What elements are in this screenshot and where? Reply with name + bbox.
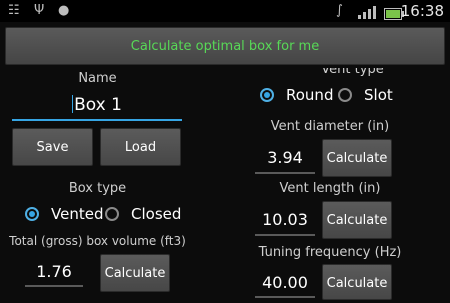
volume-input-underline [25, 285, 83, 287]
tuning-frequency-input[interactable]: 40.00 [255, 273, 315, 292]
vent-diameter-underline [255, 172, 315, 174]
vent-length-calculate-button[interactable]: Calculate [322, 201, 392, 239]
slot-radio[interactable] [338, 88, 352, 102]
usb-debug-icon: Ψ [34, 3, 45, 18]
vent-diameter-calculate-button[interactable]: Calculate [322, 139, 392, 177]
vent-length-label: Vent length (in) [279, 181, 381, 196]
round-radio[interactable] [260, 88, 274, 102]
tuning-frequency-label: Tuning frequency (Hz) [258, 245, 402, 260]
closed-label: Closed [131, 205, 182, 223]
usb-icon: ☷ [8, 3, 20, 18]
volume-calculate-button[interactable]: Calculate [100, 254, 170, 292]
vented-radio[interactable] [25, 207, 39, 221]
slot-label: Slot [364, 86, 393, 104]
name-input-underline [12, 119, 182, 121]
volume-label: Total (gross) box volume (ft3) [9, 234, 186, 248]
vent-length-input[interactable]: 10.03 [255, 210, 315, 229]
tuning-frequency-calculate-button[interactable]: Calculate [322, 264, 392, 300]
calculate-optimal-box-button[interactable]: Calculate optimal box for me [5, 27, 445, 65]
tuning-frequency-underline [255, 296, 315, 298]
vented-label: Vented [51, 205, 104, 223]
status-bar: ☷ Ψ ● ∫ 16:38 [0, 0, 450, 22]
text-cursor [72, 95, 74, 113]
vent-length-underline [255, 234, 315, 236]
vent-diameter-label: Vent diameter (in) [270, 119, 390, 134]
box-type-label: Box type [68, 181, 127, 196]
closed-radio[interactable] [105, 207, 119, 221]
save-button[interactable]: Save [12, 128, 93, 166]
load-button[interactable]: Load [100, 128, 181, 166]
signal-icon [358, 4, 376, 19]
name-input[interactable]: Box 1 [12, 95, 182, 115]
clock: 16:38 [400, 2, 444, 20]
bluetooth-icon: ∫ [336, 3, 343, 18]
android-icon: ● [58, 3, 70, 18]
name-label: Name [78, 71, 117, 86]
name-value: Box 1 [74, 95, 122, 115]
round-label: Round [286, 86, 334, 104]
volume-input[interactable]: 1.76 [25, 262, 83, 281]
vent-diameter-input[interactable]: 3.94 [255, 148, 315, 167]
